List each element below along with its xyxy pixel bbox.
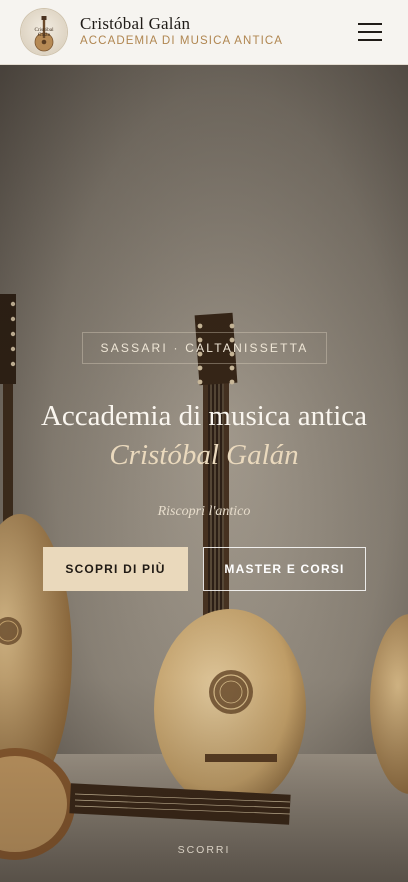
brand-name[interactable]: Cristóbal Galán xyxy=(80,14,190,34)
menu-bar-middle xyxy=(358,31,382,33)
lute-emblem-icon[interactable]: Cristóbal Galán xyxy=(21,9,67,55)
brand-subtitle: ACCADEMIA DI MUSICA ANTICA xyxy=(80,35,284,47)
hero-title: Accademia di musica antica xyxy=(40,400,368,432)
site-header: Cristóbal Galán Cristóbal Galán ACCADEMI… xyxy=(0,0,408,65)
discover-more-button[interactable]: SCOPRI DI PIÙ xyxy=(43,547,188,591)
hamburger-menu-icon[interactable] xyxy=(355,20,385,44)
menu-bar-top xyxy=(358,23,382,25)
master-courses-button[interactable]: MASTER E CORSI xyxy=(203,547,366,591)
hero-tagline: Riscopri l'antico xyxy=(157,504,251,519)
location-badge: SASSARI · CALTANISSETTA xyxy=(82,332,327,364)
hero-overlay xyxy=(0,64,408,882)
svg-text:Galán: Galán xyxy=(38,32,51,38)
hero-section: SASSARI · CALTANISSETTA Accademia di mus… xyxy=(0,64,408,882)
menu-bar-bottom xyxy=(358,39,382,41)
scroll-indicator[interactable]: SCORRI xyxy=(0,844,408,856)
hero-subtitle: Cristóbal Galán xyxy=(109,439,299,471)
